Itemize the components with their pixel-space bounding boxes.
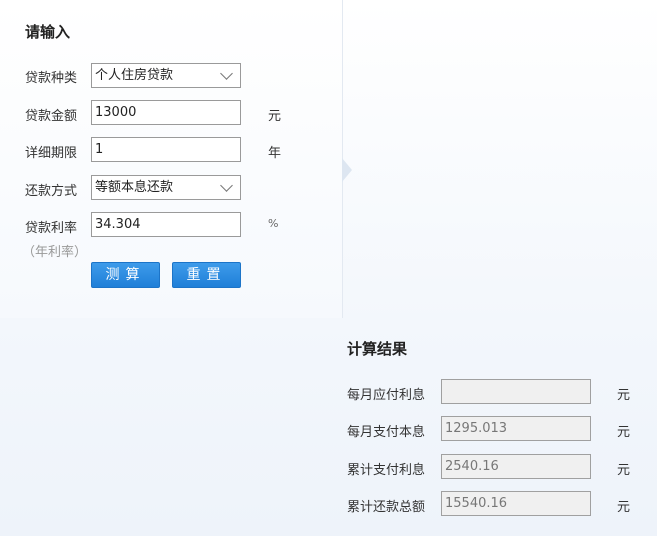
input-title: 请输入	[25, 23, 71, 41]
monthly-interest-field[interactable]	[441, 379, 591, 404]
method-select[interactable]: 等额本息还款	[91, 175, 241, 200]
chevron-down-icon	[220, 67, 233, 80]
amount-label: 贷款金额	[25, 109, 78, 124]
result-unit: 元	[617, 500, 631, 515]
rate-input[interactable]	[91, 212, 241, 237]
calculate-button[interactable]: 测算	[91, 262, 160, 288]
arrow-right-icon	[342, 158, 352, 182]
loan-type-select[interactable]: 个人住房贷款	[91, 63, 241, 88]
result-unit: 元	[617, 388, 631, 403]
result-unit: 元	[617, 425, 631, 440]
rate-label: 贷款利率	[25, 221, 78, 236]
monthly-payment-field[interactable]	[441, 416, 591, 441]
amount-unit: 元	[268, 109, 282, 124]
total-repayment-field[interactable]	[441, 491, 591, 516]
result-unit: 元	[617, 463, 631, 478]
result-title: 计算结果	[347, 340, 408, 358]
loan-type-label: 贷款种类	[25, 71, 78, 86]
amount-input[interactable]	[91, 100, 241, 125]
term-input[interactable]	[91, 137, 241, 162]
reset-button[interactable]: 重置	[172, 262, 241, 288]
total-interest-field[interactable]	[441, 454, 591, 479]
rate-unit: %	[268, 217, 279, 230]
loan-type-value: 个人住房贷款	[95, 68, 174, 83]
method-label: 还款方式	[25, 184, 78, 199]
result-label: 累计还款总额	[347, 500, 426, 515]
result-label: 每月支付本息	[347, 425, 426, 440]
rate-hint: （年利率）	[22, 245, 88, 260]
term-label: 详细期限	[25, 146, 78, 161]
result-label: 每月应付利息	[347, 388, 426, 403]
term-unit: 年	[268, 146, 282, 161]
method-value: 等额本息还款	[95, 180, 174, 195]
chevron-down-icon	[220, 179, 233, 192]
result-label: 累计支付利息	[347, 463, 426, 478]
